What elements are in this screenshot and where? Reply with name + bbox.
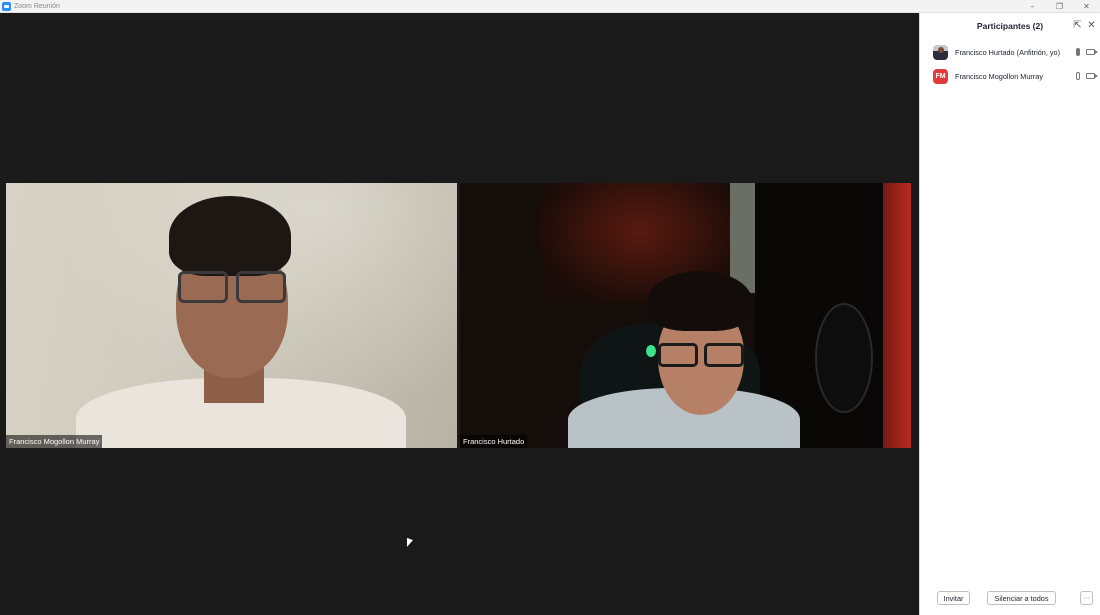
close-icon[interactable]: ✕ [1086,20,1097,31]
video-tile-francisco-mogollon[interactable]: Francisco Mogollon Murray [6,183,457,448]
room-red-edge [883,183,911,448]
close-window-button[interactable]: ✕ [1073,0,1100,13]
minimize-button[interactable]: – [1019,0,1046,13]
participant-hair [169,196,291,276]
participant-row[interactable]: Francisco Hurtado (Anfitrión, yo) [920,40,1100,64]
participant-glasses [174,271,290,305]
invite-button[interactable]: Invitar [937,591,970,605]
earbud [646,345,656,357]
meeting-stage: Francisco Mogollon Murray Francisco Hurt… [0,13,919,615]
panel-footer: Invitar Silenciar a todos ··· [920,585,1100,615]
mouse-cursor-icon [407,537,413,550]
window-controls: – ❐ ✕ [1019,0,1100,13]
zoom-app-icon [2,1,11,11]
participant-glasses [656,343,746,369]
avatar: FM [933,68,948,84]
tile-name-label: Francisco Hurtado [460,435,528,448]
video-camera-icon[interactable] [1086,73,1098,79]
microphone-icon[interactable] [1076,48,1080,56]
restore-button[interactable]: ❐ [1046,0,1073,13]
mute-all-button[interactable]: Silenciar a todos [987,591,1056,605]
tile-name-label: Francisco Mogollon Murray [6,435,103,448]
participant-row[interactable]: FM Francisco Mogollon Murray [920,64,1100,88]
participant-name: Francisco Mogollon Murray [955,71,1043,81]
participant-name: Francisco Hurtado (Anfitrión, yo) [955,47,1061,57]
microphone-icon[interactable] [1076,72,1080,80]
more-options-button[interactable]: ··· [1080,591,1093,605]
popout-icon[interactable]: ⇱ [1072,20,1083,31]
room-fan [815,303,873,413]
window-title: Zoom Reunión [14,2,60,10]
participants-panel: Participantes (2) ⇱ ✕ Francisco Hurtado … [919,13,1100,615]
video-tile-francisco-hurtado[interactable]: Francisco Hurtado [460,183,911,448]
participant-hair [648,271,752,331]
participant-controls [1076,72,1098,80]
participant-controls [1076,48,1098,56]
panel-header: Participantes (2) ⇱ ✕ [920,13,1100,39]
window-titlebar: Zoom Reunión – ❐ ✕ [0,0,1100,13]
panel-title: Participantes (2) [976,21,1044,31]
avatar [933,44,948,60]
video-camera-icon[interactable] [1086,49,1098,55]
room-door [730,183,755,293]
